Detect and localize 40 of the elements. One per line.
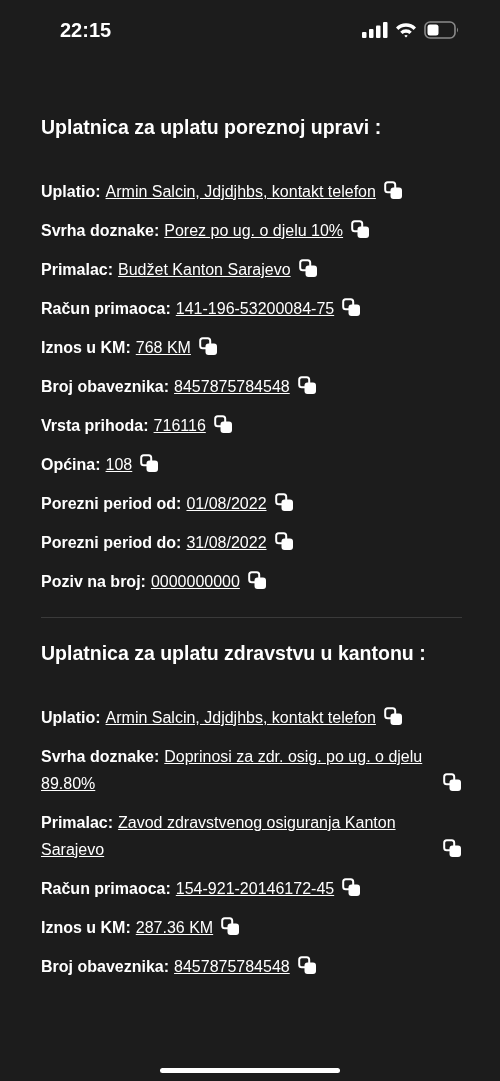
copy-icon[interactable] (383, 707, 403, 726)
battery-icon (424, 21, 460, 39)
status-time: 22:15 (60, 18, 112, 42)
copy-icon[interactable] (274, 493, 294, 512)
wifi-icon (395, 22, 417, 38)
copy-icon[interactable] (198, 337, 218, 356)
copy-icon[interactable] (443, 773, 462, 792)
copy-icon[interactable] (383, 181, 403, 200)
copy-icon[interactable] (342, 298, 362, 317)
field-text: Račun primaoca: 141-196-53200084-75 (41, 299, 335, 319)
copy-icon[interactable] (213, 415, 233, 434)
copy-icon[interactable] (274, 532, 294, 551)
section-title: Uplatnica za uplatu poreznoj upravi : (41, 115, 383, 140)
field-text: Poziv na broj: 0000000000 (41, 572, 240, 592)
copy-icon[interactable] (140, 454, 160, 473)
copy-icon[interactable] (298, 259, 318, 278)
copy-icon[interactable] (297, 956, 317, 975)
section-title: Uplatnica za uplatu zdravstvu u kantonu : (41, 641, 427, 666)
field-text: Broj obaveznika: 8457875784548 (41, 957, 290, 977)
field-text: Broj obaveznika: 8457875784548 (41, 377, 290, 397)
field-text: Uplatio: Armin Salcin, Jdjdjhbs, kontakt telefon (41, 182, 376, 202)
field-text: Primalac: Zavod zdravstvenog osiguranja Kanton Sarajevo (41, 813, 397, 860)
field-text: Porezni period od: 01/08/2022 (41, 494, 267, 514)
field-text: Račun primaoca: 154-921-20146172-45 (41, 879, 335, 899)
field-text: Svrha doznake: Porez po ug. o djelu 10% (41, 221, 344, 241)
copy-icon[interactable] (443, 839, 462, 858)
field-text: Svrha doznake: Doprinosi za zdr. osig. po ug. o djelu 89.80% (41, 747, 424, 794)
field-text: Primalac: Budžet Kanton Sarajevo (41, 260, 291, 280)
field-text: Vrsta prihoda: 716116 (41, 416, 206, 436)
copy-icon[interactable] (247, 571, 267, 590)
field-text: Općina: 108 (41, 455, 133, 475)
copy-icon[interactable] (221, 917, 241, 936)
field-text: Uplatio: Armin Salcin, Jdjdjhbs, kontakt telefon (41, 708, 376, 728)
field-text: Iznos u KM: 768 KM (41, 338, 191, 358)
field-text: Porezni period do: 31/08/2022 (41, 533, 267, 553)
signal-icon (362, 22, 388, 38)
field-text: Iznos u KM: 287.36 KM (41, 918, 214, 938)
copy-icon[interactable] (351, 220, 371, 239)
copy-icon[interactable] (297, 376, 317, 395)
copy-icon[interactable] (342, 878, 362, 897)
